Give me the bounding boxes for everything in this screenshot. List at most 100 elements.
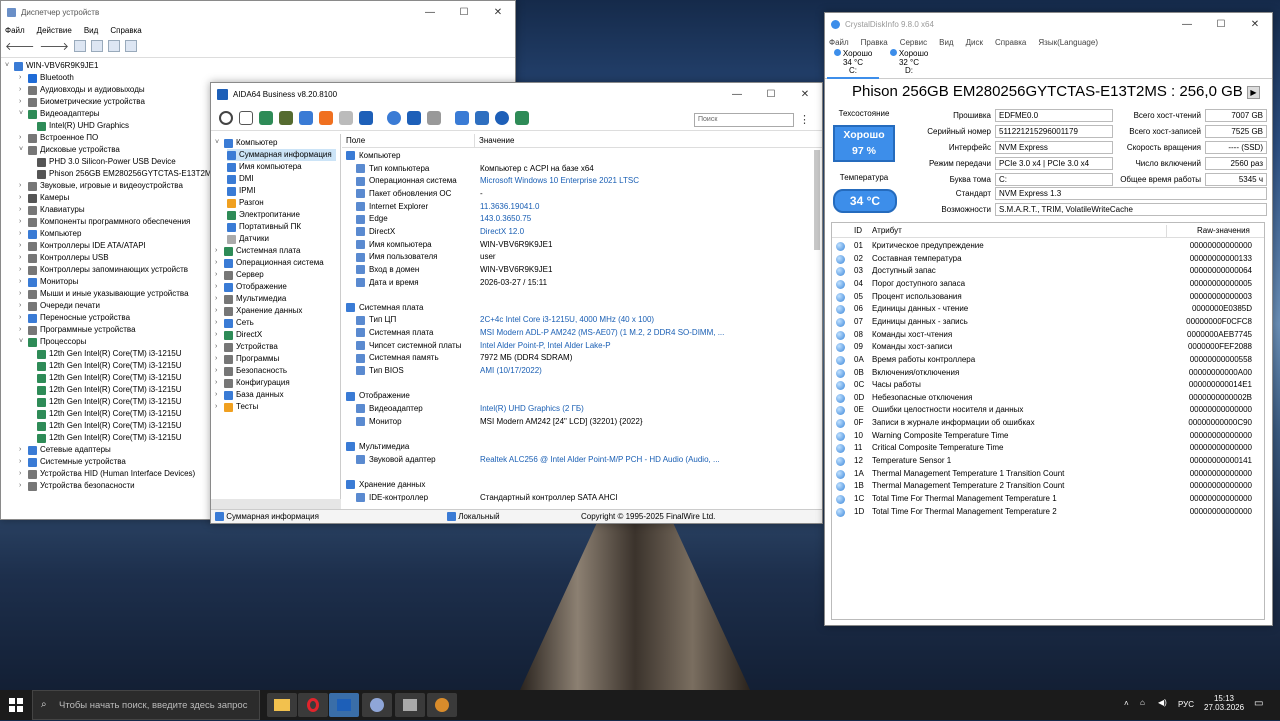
smart-row[interactable]: 01 Критическое предупреждение 000000000000… [832,240,1264,253]
menu-language[interactable]: Язык(Language) [1038,38,1098,47]
database-icon[interactable] [407,110,421,125]
tree-hscrollbar[interactable] [211,499,341,509]
device-category[interactable]: › Сетевые адаптеры [19,444,111,456]
nav-item[interactable]: › Сеть [215,317,254,329]
device-category[interactable]: › Звуковые, игровые и видеоустройства [19,180,183,192]
device-category[interactable]: › Мыши и иные указывающие устройства [19,288,189,300]
field-value[interactable]: DirectX 12.0 [480,226,524,239]
next-disk-icon[interactable]: ▶ [1247,86,1260,99]
device-category[interactable]: › Мониторы [19,276,78,288]
nav-item[interactable]: Имя компьютера [227,161,302,173]
device-category[interactable]: › Аудиовходы и аудиовыходы [19,84,145,96]
taskbar-search[interactable]: Чтобы начать поиск, введите здесь запрос [32,690,260,720]
network-icon[interactable] [339,110,353,125]
properties-icon[interactable] [74,40,86,52]
field-value[interactable]: 11.3636.19041.0 [480,201,539,214]
device-category[interactable]: › Контроллеры IDE ATA/ATAPI [19,240,146,252]
clock[interactable]: 15:13 27.03.2026 [1204,694,1244,712]
nav-item[interactable]: › Сервер [215,269,264,281]
monitor-icon[interactable] [125,40,137,52]
field-value[interactable]: Realtek ALC256 @ Intel Alder Point-M/P P… [480,454,720,467]
nav-item[interactable]: Разгон [227,197,264,209]
smart-row[interactable]: 06 Единицы данных - чтение 0000000E0385D [832,303,1264,316]
nav-item[interactable]: › Отображение [215,281,287,293]
nav-item[interactable]: › Конфигурация [215,377,290,389]
device-category[interactable]: ˅ Дисковые устройства [19,144,120,156]
more-menu-icon[interactable]: ⋮ [799,113,810,126]
nav-item[interactable]: › Операционная система [215,257,324,269]
help-icon[interactable] [91,40,103,52]
device-category[interactable]: › Биометрические устройства [19,96,145,108]
smart-row[interactable]: 11 Critical Composite Temperature Time 000… [832,442,1264,455]
forward-icon[interactable]: 🡒 [40,39,70,53]
menu-service[interactable]: Сервис [900,38,927,47]
schedule-icon[interactable] [427,110,441,125]
forum-icon[interactable] [515,110,529,125]
device-item[interactable]: 12th Gen Intel(R) Core(TM) i3-1215U [37,420,182,432]
smart-row[interactable]: 0C Часы работы 000000000014E1 [832,379,1264,392]
close-button[interactable]: ✕ [1238,19,1272,30]
device-item[interactable]: 12th Gen Intel(R) Core(TM) i3-1215U [37,372,182,384]
device-item[interactable]: 12th Gen Intel(R) Core(TM) i3-1215U [37,396,182,408]
notification-icon[interactable]: ▭ [1254,698,1263,709]
cdi-titlebar[interactable]: CrystalDiskInfo 9.8.0 x64 — ☐ ✕ [825,13,1272,35]
nav-item[interactable]: › Устройства [215,341,278,353]
taskbar-opera[interactable] [298,693,328,717]
device-category[interactable]: › Камеры [19,192,69,204]
nav-item[interactable]: › DirectX [215,329,262,341]
minimize-button[interactable]: — [720,89,754,100]
device-item[interactable]: 12th Gen Intel(R) Core(TM) i3-1215U [37,348,182,360]
device-category[interactable]: › Системные устройства [19,456,126,468]
field-value[interactable]: AMI (10/17/2022) [480,365,542,378]
maximize-button[interactable]: ☐ [1204,19,1238,30]
smart-row[interactable]: 02 Составная температура 00000000000133 [832,253,1264,266]
fire-icon[interactable] [319,110,333,125]
device-category[interactable]: ˅ Видеоадаптеры [19,108,100,120]
minimize-button[interactable]: — [413,7,447,18]
smart-row[interactable]: 0B Включения/отключения 00000000000A00 [832,367,1264,380]
close-button[interactable]: ✕ [481,7,515,18]
monitor-icon[interactable] [455,110,469,125]
nav-item[interactable]: Суммарная информация [227,149,336,161]
device-manager-titlebar[interactable]: Диспетчер устройств — ☐ ✕ [1,1,515,23]
tray-chevron-icon[interactable]: ˄ [1124,699,1129,708]
col-raw[interactable]: Raw-значения [1166,225,1250,238]
col-attribute[interactable]: Атрибут [872,225,902,238]
device-item[interactable]: 12th Gen Intel(R) Core(TM) i3-1215U [37,360,182,372]
nav-item[interactable]: › Системная плата [215,245,301,257]
nav-item[interactable]: › Тесты [215,401,258,413]
device-category[interactable]: › Переносные устройства [19,312,130,324]
refresh-icon[interactable] [219,110,233,125]
nav-item[interactable]: › Мультимедиа [215,293,286,305]
device-item[interactable]: 12th Gen Intel(R) Core(TM) i3-1215U [37,432,182,444]
field-value[interactable]: Intel(R) UHD Graphics (2 ГБ) [480,403,584,416]
menu-edit[interactable]: Правка [861,38,888,47]
smart-row[interactable]: 1A Thermal Management Temperature 1 Trans… [832,468,1264,481]
nav-item[interactable]: › Хранение данных [215,305,302,317]
smart-row[interactable]: 1B Thermal Management Temperature 2 Trans… [832,480,1264,493]
smart-row[interactable]: 0E Ошибки целостности носителя и данных 00… [832,404,1264,417]
device-category[interactable]: › Очереди печати [19,300,100,312]
taskbar-crystaldiskinfo[interactable] [362,693,392,717]
menu-disk[interactable]: Диск [966,38,983,47]
nav-item[interactable]: Портативный ПК [227,221,301,233]
menu-file[interactable]: Файл [5,26,25,35]
field-value[interactable]: 2C+4c Intel Core i3-1215U, 4000 MHz (40 … [480,314,654,327]
drive-tab-c[interactable]: Хорошо 34 °C C: [827,49,879,79]
device-category[interactable]: › Bluetooth [19,72,74,84]
globe-icon[interactable] [387,110,401,125]
smart-row[interactable]: 10 Warning Composite Temperature Time 0000… [832,430,1264,443]
tree-root[interactable]: ˅ WIN-VBV6R9K9JE1 [5,60,98,72]
col-value[interactable]: Значение [475,134,514,147]
field-value[interactable]: Microsoft Windows 10 Enterprise 2021 LTS… [480,175,639,188]
search-input[interactable]: Поиск [694,113,794,127]
download-icon[interactable] [475,110,489,125]
menu-file[interactable]: Файл [829,38,849,47]
smart-row[interactable]: 0A Время работы контроллера 00000000000558 [832,354,1264,367]
device-category[interactable]: › Устройства HID (Human Interface Devices… [19,468,195,480]
field-value[interactable]: Intel Alder Point-P, Intel Alder Lake-P [480,340,611,353]
nav-item[interactable]: DMI [227,173,254,185]
smart-row[interactable]: 1C Total Time For Thermal Management Temp… [832,493,1264,506]
nav-item[interactable]: › База данных [215,389,284,401]
smart-row[interactable]: 08 Команды хост-чтения 0000000AEB7745 [832,329,1264,342]
